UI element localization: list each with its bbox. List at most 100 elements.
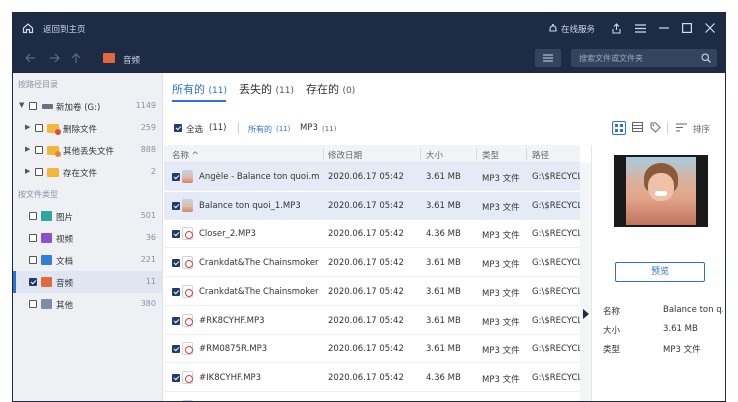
col-name-label: 名称 (172, 151, 189, 161)
sidebar-item-audio[interactable]: 音频 11 (13, 271, 162, 293)
row-checkbox[interactable] (172, 230, 180, 238)
table-row[interactable]: Crankdat&The Chainsmokers - ...2020.06.1… (164, 278, 580, 306)
sort-button[interactable]: 排序 (693, 123, 710, 135)
file-path: G:\$RECYCLE. (532, 344, 580, 354)
sidebar-item-drive[interactable]: ▼ 新加卷 (G:) 1149 (13, 95, 162, 117)
filter-all[interactable]: 所有的 (248, 124, 272, 135)
table-row[interactable]: #RM0875R.MP32020.06.17 05:423.61 MBMP3 文… (164, 335, 580, 363)
preview-type-label: 类型 (603, 343, 620, 355)
col-date[interactable]: 修改日期 (328, 149, 362, 161)
type-checkbox[interactable] (29, 212, 37, 220)
search-field[interactable]: 搜索文件或文件夹 (571, 49, 717, 67)
tab-all[interactable]: 所有的 (11) (172, 81, 227, 97)
col-name[interactable]: 名称 ^ (172, 149, 199, 161)
minimize-icon[interactable] (657, 21, 671, 35)
filter-mp3[interactable]: MP3 (300, 123, 318, 133)
tab-count: (0) (343, 86, 356, 96)
col-divider[interactable] (323, 148, 324, 160)
col-size[interactable]: 大小 (426, 149, 443, 161)
mp3-file-icon (182, 227, 193, 240)
preview-button[interactable]: 预览 (615, 262, 705, 282)
caret-right-icon[interactable]: ▶ (25, 167, 30, 175)
sidebar-item-count: 2 (151, 167, 156, 176)
col-type[interactable]: 类型 (482, 149, 499, 161)
table-row[interactable]: Angèle - Balance ton quoi.mp32020.06.17 … (164, 163, 580, 191)
folder-checkbox[interactable] (35, 168, 43, 176)
type-checkbox[interactable] (29, 256, 37, 264)
table-row[interactable]: Crankdat&The Chainsmokers - ...2020.06.1… (164, 249, 580, 277)
row-checkbox[interactable] (172, 317, 180, 325)
sidebar-item-other[interactable]: 其他 380 (13, 293, 162, 315)
table-row[interactable]: Balance ton quoi_1.MP32020.06.17 05:423.… (164, 192, 580, 220)
grid-view-icon[interactable] (612, 121, 626, 135)
select-all-label[interactable]: 全选 (186, 123, 203, 135)
row-checkbox[interactable] (172, 345, 180, 353)
caret-down-icon[interactable]: ▼ (19, 101, 24, 109)
view-menu-button[interactable] (535, 49, 561, 67)
sort-icon[interactable] (676, 123, 688, 134)
toolbar: 音频 搜索文件或文件夹 (13, 43, 726, 73)
home-icon[interactable] (21, 21, 35, 35)
file-name: Angèle - Balance ton quoi.mp3 (199, 172, 319, 182)
row-checkbox[interactable] (172, 173, 180, 181)
caret-right-icon[interactable]: ▶ (25, 123, 30, 131)
tab-existing[interactable]: 存在的 (0) (306, 81, 355, 97)
album-art-face (648, 173, 674, 201)
row-checkbox[interactable] (172, 374, 180, 382)
table-row[interactable]: Closer_2.MP32020.06.17 05:424.36 MBMP3 文… (164, 220, 580, 248)
sidebar-item-count: 1149 (136, 101, 156, 110)
search-input[interactable]: 搜索文件或文件夹 (579, 53, 643, 64)
type-checkbox[interactable] (29, 300, 37, 308)
folder-checkbox[interactable] (35, 146, 43, 154)
back-arrow-icon[interactable] (23, 51, 37, 65)
tab-lost[interactable]: 丢失的 (11) (239, 81, 294, 97)
forward-arrow-icon[interactable] (47, 51, 61, 65)
maximize-icon[interactable] (680, 21, 694, 35)
expand-arrow-icon[interactable] (583, 309, 589, 319)
up-arrow-icon[interactable] (69, 51, 83, 65)
image-icon (41, 211, 52, 221)
table-row[interactable]: #IK8CYHF.MP32020.06.17 05:424.36 MBMP3 文… (164, 364, 580, 392)
close-icon[interactable] (703, 21, 717, 35)
folder-checkbox[interactable] (35, 124, 43, 132)
row-checkbox[interactable] (172, 259, 180, 267)
drive-checkbox[interactable] (29, 102, 37, 110)
sidebar-item-existing[interactable]: ▶ 存在文件 2 (13, 161, 162, 183)
list-scrollbar[interactable] (580, 163, 591, 402)
sidebar-item-images[interactable]: 图片 501 (13, 205, 162, 227)
caret-right-icon[interactable]: ▶ (25, 145, 30, 153)
online-service-link[interactable]: 在线服务 (561, 23, 595, 35)
table-row[interactable]: #RK8CYHF.MP32020.06.17 05:423.61 MBMP3 文… (164, 307, 580, 335)
sidebar-item-documents[interactable]: 文档 221 (13, 249, 162, 271)
file-type: MP3 文件 (482, 287, 526, 299)
sidebar-item-deleted[interactable]: ▶ 删除文件 259 (13, 117, 162, 139)
back-home-link[interactable]: 返回到主页 (43, 23, 86, 35)
table-row[interactable]: #RK8CYHF.MP32020.06.17 05:423.61 MBMP3 文… (164, 393, 580, 402)
sidebar-item-label: 文档 (56, 255, 73, 267)
type-checkbox[interactable] (29, 234, 37, 242)
select-all-checkbox[interactable] (174, 124, 182, 132)
row-checkbox[interactable] (172, 202, 180, 210)
file-type: MP3 文件 (482, 172, 526, 184)
share-icon[interactable] (609, 21, 623, 35)
list-view-icon[interactable] (632, 122, 644, 134)
sidebar-item-videos[interactable]: 视频 36 (13, 227, 162, 249)
tab-count: (11) (209, 86, 227, 96)
file-size: 3.61 MB (426, 316, 476, 326)
sort-asc-icon[interactable]: ^ (192, 151, 199, 161)
file-name: Crankdat&The Chainsmokers - ... (199, 258, 319, 268)
col-divider[interactable] (526, 148, 527, 160)
sidebar-item-other-lost[interactable]: ▶ 其他丢失文件 888 (13, 139, 162, 161)
tag-icon[interactable] (650, 122, 662, 134)
col-divider[interactable] (476, 148, 477, 160)
menu-icon[interactable] (633, 21, 647, 35)
col-path[interactable]: 路径 (532, 149, 549, 161)
col-divider[interactable] (420, 148, 421, 160)
file-size: 3.61 MB (426, 258, 476, 268)
file-path: G:\$RECYCLE. (532, 258, 580, 268)
type-checkbox[interactable] (29, 278, 37, 286)
file-name: #RK8CYHF.MP3 (199, 316, 319, 326)
preview-image (614, 155, 708, 227)
search-icon[interactable] (701, 53, 711, 63)
row-checkbox[interactable] (172, 288, 180, 296)
